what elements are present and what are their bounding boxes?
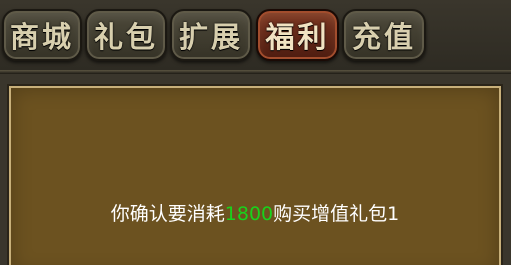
game-shop-screen: 商城 礼包 扩展 福利 充值 你确认要消耗1800购买增值礼包1 (0, 0, 511, 265)
confirm-message: 你确认要消耗1800购买增值礼包1 (11, 199, 499, 226)
tab-gift-pack[interactable]: 礼包 (85, 9, 167, 61)
tab-recharge-label: 充值 (351, 20, 416, 54)
confirm-message-prefix: 你确认要消耗 (110, 203, 225, 225)
tab-bar: 商城 礼包 扩展 福利 充值 (0, 0, 511, 70)
tab-expand[interactable]: 扩展 (170, 9, 252, 61)
tab-recharge[interactable]: 充值 (342, 9, 426, 61)
cost-amount: 1800 (224, 203, 274, 225)
confirm-dialog-panel: 你确认要消耗1800购买增值礼包1 (9, 86, 501, 265)
tab-welfare[interactable]: 福利 (256, 9, 339, 61)
tab-shop-label: 商城 (9, 20, 74, 54)
confirm-message-suffix: 购买增值礼包1 (273, 203, 400, 225)
tab-shop[interactable]: 商城 (2, 9, 82, 61)
tab-expand-label: 扩展 (178, 20, 243, 54)
tab-welfare-label: 福利 (265, 20, 330, 54)
tab-gift-pack-label: 礼包 (93, 20, 158, 54)
